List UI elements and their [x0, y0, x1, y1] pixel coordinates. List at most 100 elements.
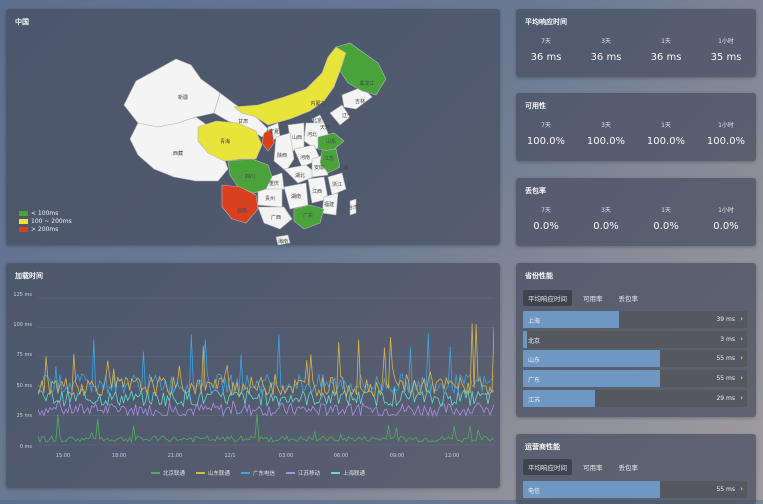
- loss-value-3d: 0.0%: [593, 221, 619, 232]
- x-tick-12-1: 12/1: [224, 453, 236, 459]
- op-tab-packet-loss[interactable]: 丢包率: [614, 459, 644, 475]
- op-tab-availability[interactable]: 可用率: [578, 459, 608, 475]
- avail-value-1d: 100.0%: [646, 136, 686, 147]
- label-tianjin: 天津: [320, 124, 330, 131]
- avail-period-1h: 1小时: [718, 122, 734, 129]
- y-tick-125: 125 ms: [13, 292, 32, 298]
- province-row-shandong[interactable]: 山东 55 ms ›: [523, 350, 747, 367]
- loss-period-7d: 7天: [541, 207, 551, 214]
- label-xinjiang: 新疆: [178, 94, 188, 101]
- x-tick-0600: 06:00: [333, 453, 349, 459]
- province-perf-panel: 省份性能 平均响应时间 可用率 丢包率 上海 39 ms › 北京 3 ms ›…: [516, 263, 756, 417]
- tab-availability[interactable]: 可用率: [578, 290, 608, 306]
- province-row-beijing[interactable]: 北京 3 ms ›: [523, 331, 747, 348]
- load-time-title: 加载时间: [15, 272, 43, 280]
- tab-packet-loss[interactable]: 丢包率: [614, 290, 644, 306]
- avg-response-panel: 平均响应时间 7天 3天 1天 1小时 36 ms 36 ms 36 ms 35…: [516, 9, 756, 77]
- y-tick-50: 50 ms: [16, 383, 32, 389]
- label-zhejiang: 浙江: [332, 181, 342, 188]
- chevron-right-icon: ›: [740, 485, 743, 493]
- legend-item-yellow[interactable]: 100 ~ 200ms: [19, 218, 72, 225]
- x-tick-1800: 18:00: [111, 453, 127, 459]
- china-map-panel: 中国 新疆 西藏 青海 甘肃 内蒙古 黑龙江 吉林 辽宁 北京 天津 河北 山西…: [6, 9, 500, 245]
- operator-row-telecom[interactable]: 电信 55 ms ›: [523, 481, 747, 498]
- label-qinghai: 青海: [220, 138, 230, 145]
- label-heilongjiang: 黑龙江: [359, 80, 374, 87]
- avg-period-7d: 7天: [541, 38, 551, 45]
- legend-jiangsu-mobile[interactable]: 江苏移动: [286, 469, 320, 477]
- legend-line-shanghai: [331, 472, 340, 474]
- label-ningxia: 宁夏: [269, 128, 279, 135]
- legend-swatch-green: [19, 211, 28, 216]
- province-value-beijing: 3 ms: [720, 336, 735, 343]
- province-row-shanghai[interactable]: 上海 39 ms ›: [523, 311, 747, 328]
- label-inner-mongolia: 内蒙古: [310, 100, 325, 107]
- label-tibet: 西藏: [173, 150, 183, 157]
- legend-line-jiangsu: [286, 472, 295, 474]
- x-tick-1500: 15:00: [55, 453, 71, 459]
- province-row-guangdong[interactable]: 广东 55 ms ›: [523, 370, 747, 387]
- label-yunnan: 云南: [237, 207, 247, 214]
- op-tab-avg-response[interactable]: 平均响应时间: [523, 459, 572, 475]
- label-guizhou: 贵州: [265, 195, 275, 202]
- operator-name-telecom: 电信: [528, 488, 541, 495]
- loss-period-3d: 3天: [601, 207, 611, 214]
- operator-value-telecom: 55 ms: [716, 486, 735, 493]
- legend-beijing-unicom[interactable]: 北京联通: [151, 469, 185, 477]
- legend-label-beijing: 北京联通: [163, 471, 186, 477]
- loss-period-1d: 1天: [661, 207, 671, 214]
- province-value-guangdong: 55 ms: [716, 375, 735, 382]
- loss-period-1h: 1小时: [718, 207, 734, 214]
- label-chongqing: 重庆: [269, 180, 279, 187]
- legend-shanghai-unicom[interactable]: 上海联通: [331, 469, 365, 477]
- x-tick-1200: 12:00: [444, 453, 460, 459]
- operator-perf-title: 运营商性能: [525, 443, 560, 451]
- legend-label-shanghai: 上海联通: [343, 471, 366, 477]
- province-name-guangdong: 广东: [528, 377, 541, 384]
- label-jilin: 吉林: [355, 98, 365, 105]
- avg-period-1h: 1小时: [718, 38, 734, 45]
- legend-label-shandong: 山东联通: [208, 471, 231, 477]
- province-name-shanghai: 上海: [528, 318, 541, 325]
- legend-line-beijing: [151, 472, 160, 474]
- china-map[interactable]: 新疆 西藏 青海 甘肃 内蒙古 黑龙江 吉林 辽宁 北京 天津 河北 山西 山东…: [6, 9, 500, 245]
- avg-value-3d: 36 ms: [590, 52, 622, 63]
- load-time-panel: 加载时间 125 ms 100 ms 75 ms 50 ms 25 ms 0 m…: [6, 263, 500, 488]
- bar-fill-beijing: [523, 331, 528, 348]
- label-henan: 河南: [300, 154, 310, 161]
- legend-line-shandong: [196, 472, 205, 474]
- avail-period-3d: 3天: [601, 122, 611, 129]
- label-guangxi: 广西: [271, 214, 281, 221]
- y-tick-25: 25 ms: [16, 413, 32, 419]
- avail-value-3d: 100.0%: [586, 136, 626, 147]
- label-hubei: 湖北: [295, 172, 305, 179]
- label-shanxi: 山西: [292, 134, 302, 141]
- tab-avg-response[interactable]: 平均响应时间: [523, 290, 572, 306]
- label-liaoning: 辽宁: [342, 112, 352, 119]
- legend-item-red[interactable]: > 200ms: [19, 226, 58, 233]
- legend-label-jiangsu: 江苏移动: [298, 471, 321, 477]
- legend-shandong-unicom[interactable]: 山东联通: [196, 469, 230, 477]
- province-inner-mongolia: [233, 46, 347, 126]
- loss-value-1h: 0.0%: [713, 221, 739, 232]
- chevron-right-icon: ›: [740, 335, 743, 343]
- province-row-jiangsu[interactable]: 江苏 29 ms ›: [523, 390, 747, 407]
- x-tick-0900: 09:00: [389, 453, 405, 459]
- province-heilongjiang: [335, 42, 387, 96]
- avail-period-7d: 7天: [541, 122, 551, 129]
- legend-guangdong-telecom[interactable]: 广东电信: [241, 469, 275, 477]
- label-gansu: 甘肃: [238, 118, 248, 125]
- province-name-beijing: 北京: [528, 338, 541, 345]
- avg-value-1h: 35 ms: [710, 52, 742, 63]
- x-tick-2100: 21:00: [167, 453, 183, 459]
- legend-item-green[interactable]: < 100ms: [19, 210, 58, 217]
- avg-response-title: 平均响应时间: [525, 18, 567, 26]
- bar-fill-telecom: [523, 481, 660, 498]
- province-perf-title: 省份性能: [525, 272, 553, 280]
- load-time-chart[interactable]: [38, 293, 494, 453]
- packet-loss-panel: 丢包率 7天 3天 1天 1小时 0.0% 0.0% 0.0% 0.0%: [516, 178, 756, 246]
- legend-label-guangdong: 广东电信: [253, 471, 276, 477]
- province-name-jiangsu: 江苏: [528, 397, 541, 404]
- chevron-right-icon: ›: [740, 374, 743, 382]
- label-hainan: 海南: [278, 238, 288, 245]
